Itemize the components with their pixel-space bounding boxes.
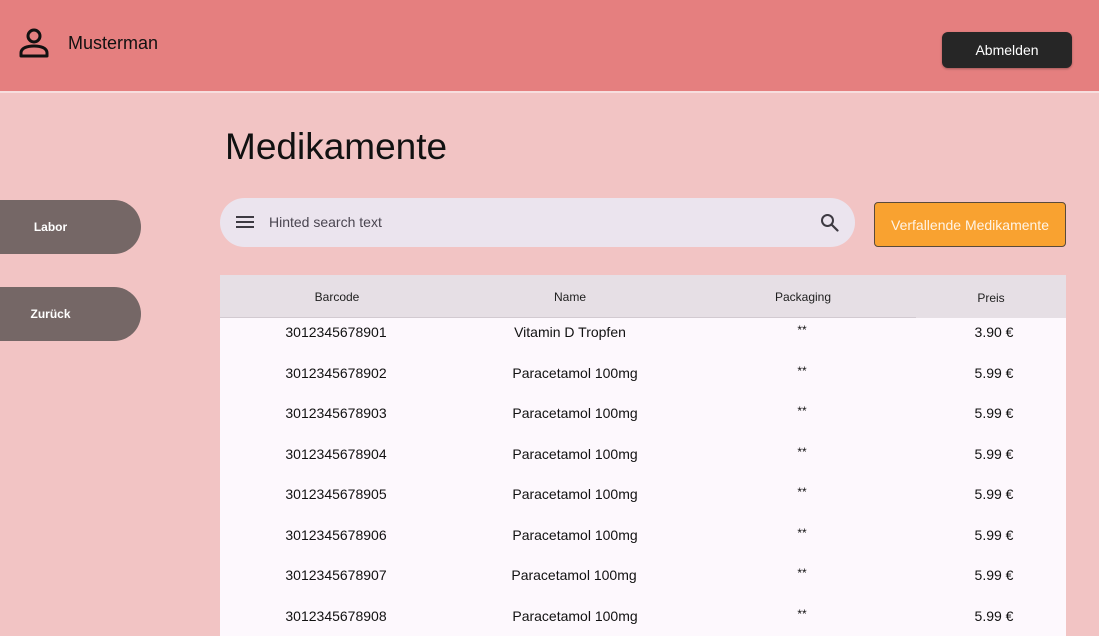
table-row[interactable]: 3012345678906 Paracetamol 100mg ** 5.99 … <box>220 518 1066 558</box>
search-input[interactable]: Hinted search text <box>269 214 382 230</box>
menu-icon[interactable] <box>236 215 254 229</box>
cell-price: 5.99 € <box>974 446 1014 462</box>
header-divider <box>0 91 1099 93</box>
user-icon[interactable] <box>18 27 50 59</box>
cell-packaging: ** <box>797 404 807 418</box>
cell-packaging: ** <box>797 364 807 378</box>
cell-name: Paracetamol 100mg <box>512 446 638 462</box>
cell-packaging: ** <box>797 485 807 499</box>
cell-name: Vitamin D Tropfen <box>514 324 626 340</box>
cell-barcode: 3012345678904 <box>285 446 387 462</box>
cell-barcode: 3012345678906 <box>285 527 387 543</box>
table-row[interactable]: 3012345678904 Paracetamol 100mg ** 5.99 … <box>220 437 1066 477</box>
search-bar[interactable]: Hinted search text <box>220 198 855 247</box>
cell-name: Paracetamol 100mg <box>512 486 638 502</box>
table-row[interactable]: 3012345678907 Paracetamol 100mg ** 5.99 … <box>220 558 1066 598</box>
sidebar-item-labor[interactable]: Labor <box>0 200 141 254</box>
cell-name: Paracetamol 100mg <box>512 365 638 381</box>
app-header: Musterman Abmelden <box>0 0 1099 91</box>
medications-table: Barcode Name Packaging Preis 30123456789… <box>220 275 1066 636</box>
search-icon[interactable] <box>820 213 839 232</box>
cell-price: 5.99 € <box>974 527 1014 543</box>
page-title: Medikamente <box>225 126 448 167</box>
expiring-medications-button[interactable]: Verfallende Medikamente <box>874 202 1066 247</box>
column-header-barcode[interactable]: Barcode <box>315 290 360 304</box>
column-header-name[interactable]: Name <box>554 290 586 304</box>
cell-barcode: 3012345678902 <box>285 365 387 381</box>
cell-packaging: ** <box>797 566 807 580</box>
logout-button[interactable]: Abmelden <box>942 32 1072 68</box>
column-header-price[interactable]: Preis <box>977 291 1004 305</box>
cell-packaging: ** <box>797 607 807 621</box>
cell-price: 5.99 € <box>974 405 1014 421</box>
cell-price: 3.90 € <box>974 324 1014 340</box>
table-row[interactable]: 3012345678902 Paracetamol 100mg ** 5.99 … <box>220 356 1066 396</box>
cell-price: 5.99 € <box>974 567 1014 583</box>
cell-price: 5.99 € <box>974 365 1014 381</box>
sidebar-item-back[interactable]: Zurück <box>0 287 141 341</box>
cell-name: Paracetamol 100mg <box>512 608 638 624</box>
cell-barcode: 3012345678901 <box>285 324 387 340</box>
cell-packaging: ** <box>797 445 807 459</box>
cell-price: 5.99 € <box>974 486 1014 502</box>
cell-packaging: ** <box>797 323 807 337</box>
cell-packaging: ** <box>797 526 807 540</box>
cell-barcode: 3012345678907 <box>285 567 387 583</box>
table-row[interactable]: 3012345678903 Paracetamol 100mg ** 5.99 … <box>220 396 1066 436</box>
cell-barcode: 3012345678905 <box>285 486 387 502</box>
table-row[interactable]: 3012345678908 Paracetamol 100mg ** 5.99 … <box>220 599 1066 636</box>
cell-price: 5.99 € <box>974 608 1014 624</box>
username-label: Musterman <box>68 33 159 53</box>
table-row[interactable]: 3012345678901 Vitamin D Tropfen ** 3.90 … <box>220 315 1066 355</box>
cell-name: Paracetamol 100mg <box>511 567 637 583</box>
cell-barcode: 3012345678903 <box>285 405 387 421</box>
table-row[interactable]: 3012345678905 Paracetamol 100mg ** 5.99 … <box>220 477 1066 517</box>
column-header-packaging[interactable]: Packaging <box>775 290 831 304</box>
cell-barcode: 3012345678908 <box>285 608 387 624</box>
cell-name: Paracetamol 100mg <box>512 527 638 543</box>
cell-name: Paracetamol 100mg <box>512 405 638 421</box>
table-header: Barcode Name Packaging Preis <box>220 275 1066 318</box>
